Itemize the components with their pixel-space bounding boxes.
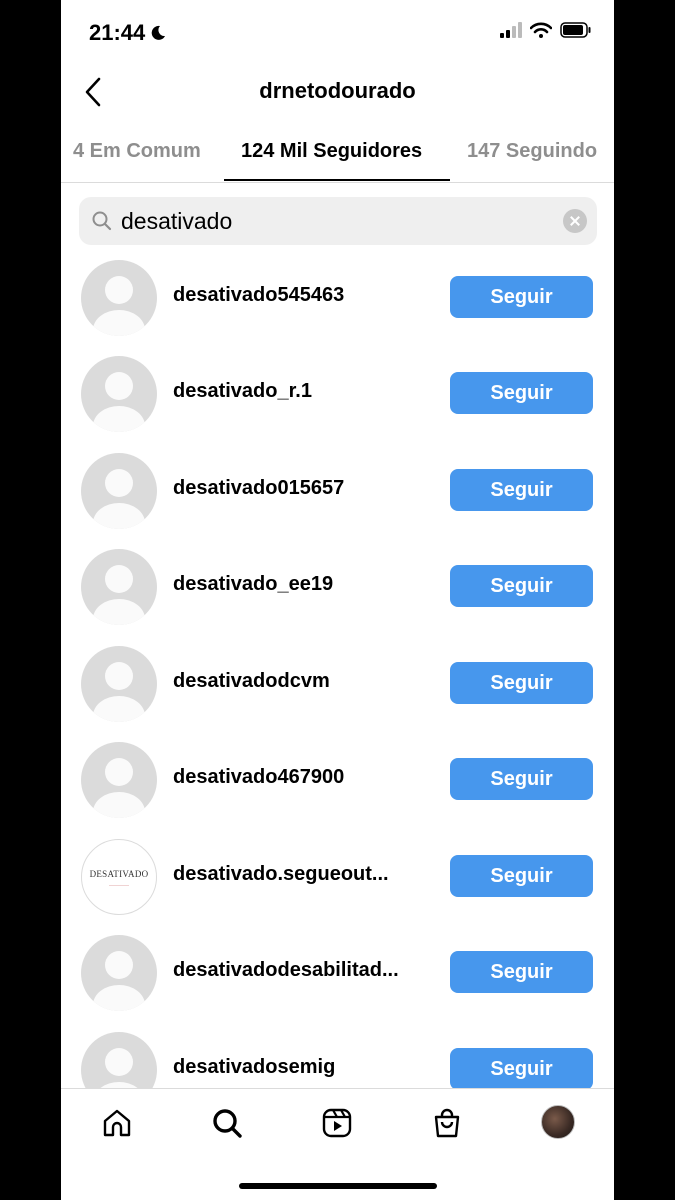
app-screen: 21:44 drnetodourado 4 Em Comum 124 Mil S… (61, 0, 614, 1200)
username[interactable]: desativado015657 (173, 477, 433, 500)
followers-list: desativado545463 Seguir desativado_r.1 S… (61, 250, 614, 1088)
active-tab-indicator (224, 179, 450, 181)
avatar[interactable] (81, 549, 157, 625)
status-time: 21:44 (89, 20, 167, 46)
follow-button[interactable]: Seguir (450, 1048, 593, 1088)
list-item[interactable]: desativado015657 Seguir (61, 443, 614, 539)
list-item[interactable]: desativado545463 Seguir (61, 250, 614, 346)
avatar[interactable] (81, 742, 157, 818)
username[interactable]: desativado467900 (173, 766, 433, 789)
username[interactable]: desativadodesabilitad... (173, 959, 433, 982)
follow-button[interactable]: Seguir (450, 951, 593, 993)
search-bar[interactable]: desativado (79, 197, 597, 245)
shop-icon[interactable] (431, 1107, 463, 1139)
tab-following[interactable]: 147 Seguindo (467, 140, 597, 163)
follow-button[interactable]: Seguir (450, 758, 593, 800)
status-time-text: 21:44 (89, 20, 146, 45)
home-icon[interactable] (101, 1107, 133, 1139)
avatar[interactable] (81, 1032, 157, 1088)
tab-mutual[interactable]: 4 Em Comum (73, 140, 201, 163)
search-input[interactable]: desativado (121, 208, 232, 235)
list-item[interactable]: DESATIVADO ————— desativado.segueout... … (61, 829, 614, 925)
tab-bar: 4 Em Comum 124 Mil Seguidores 147 Seguin… (61, 130, 614, 183)
username[interactable]: desativado_ee19 (173, 573, 433, 596)
search-icon[interactable] (211, 1107, 243, 1139)
follow-button[interactable]: Seguir (450, 276, 593, 318)
moon-icon (152, 25, 166, 40)
avatar[interactable] (81, 646, 157, 722)
avatar[interactable] (81, 453, 157, 529)
follow-button[interactable]: Seguir (450, 662, 593, 704)
follow-button[interactable]: Seguir (450, 469, 593, 511)
profile-avatar[interactable] (541, 1105, 575, 1139)
list-item[interactable]: desativadodesabilitad... Seguir (61, 925, 614, 1021)
follow-button[interactable]: Seguir (450, 855, 593, 897)
status-indicators (500, 22, 592, 38)
follow-button[interactable]: Seguir (450, 565, 593, 607)
avatar-logo[interactable]: DESATIVADO ————— (81, 839, 157, 915)
wifi-icon (530, 22, 552, 38)
battery-icon (560, 22, 591, 38)
list-item[interactable]: desativadodcvm Seguir (61, 636, 614, 732)
clear-search-button[interactable] (563, 209, 587, 233)
list-item[interactable]: desativado_ee19 Seguir (61, 539, 614, 635)
home-indicator (239, 1183, 437, 1189)
username[interactable]: desativado_r.1 (173, 380, 433, 403)
list-item[interactable]: desativado467900 Seguir (61, 732, 614, 828)
avatar[interactable] (81, 260, 157, 336)
avatar-logo-decoration: ————— (109, 882, 129, 887)
avatar[interactable] (81, 356, 157, 432)
page-title: drnetodourado (259, 78, 416, 103)
avatar[interactable] (81, 935, 157, 1011)
tab-followers[interactable]: 124 Mil Seguidores (241, 140, 422, 163)
username[interactable]: desativado.segueout... (173, 863, 433, 886)
username[interactable]: desativadosemig (173, 1056, 433, 1079)
reels-icon[interactable] (321, 1107, 353, 1139)
list-item[interactable]: desativado_r.1 Seguir (61, 346, 614, 442)
search-icon (91, 210, 113, 232)
signal-icon (500, 22, 522, 38)
avatar-logo-text: DESATIVADO (89, 869, 149, 879)
username[interactable]: desativado545463 (173, 284, 433, 307)
list-item[interactable]: desativadosemig Seguir (61, 1022, 614, 1088)
follow-button[interactable]: Seguir (450, 372, 593, 414)
username[interactable]: desativadodcvm (173, 670, 433, 693)
